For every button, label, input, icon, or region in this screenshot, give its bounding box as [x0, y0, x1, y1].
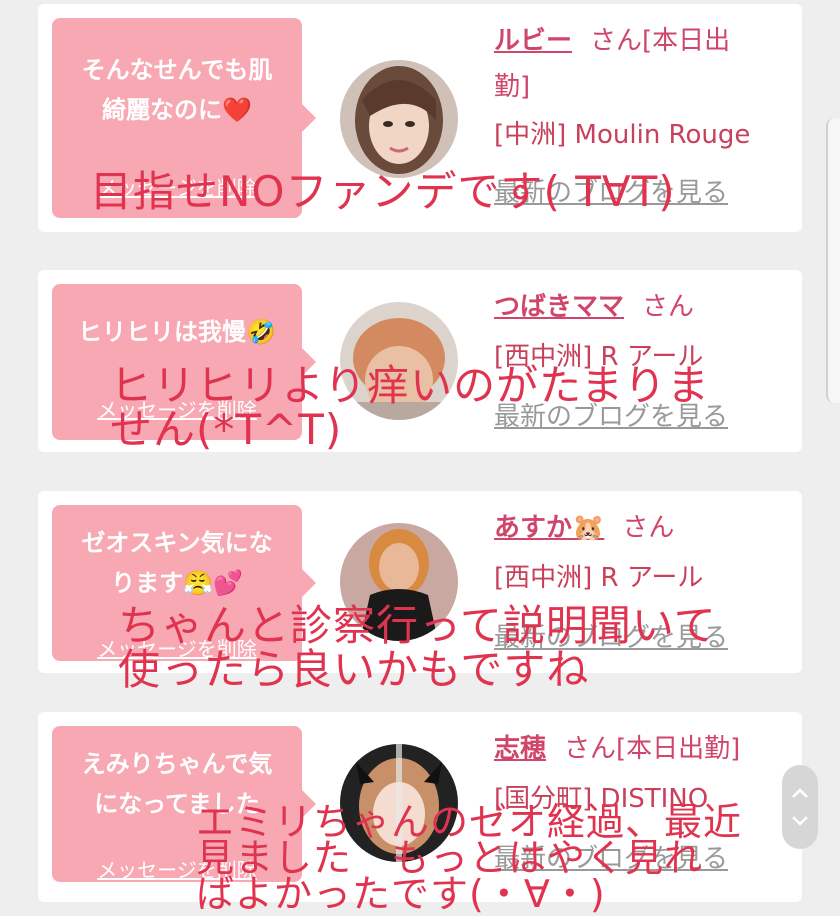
scroll-control[interactable]	[782, 765, 818, 849]
chevron-up-icon[interactable]	[791, 787, 809, 799]
message-line-1: えみりちゃんで気	[81, 750, 273, 778]
avatar[interactable]	[340, 523, 458, 641]
delete-message-link[interactable]: メッセージを削除	[52, 168, 302, 208]
message-bubble: えみりちゃんで気 になってました メッセージを削除	[52, 726, 316, 882]
message-line-2: 綺麗なのに❤️	[102, 96, 252, 124]
cast-name-link[interactable]: あすか🐹	[494, 513, 604, 543]
honorific: さん[本日出	[590, 26, 731, 56]
shop-name: [西中洲] R アール	[494, 342, 704, 372]
message-line-2: になってました	[94, 790, 260, 818]
honorific: さん	[642, 292, 695, 322]
cast-info: ルビー さん[本日出 勤] [中洲] Moulin Rouge 最新のブログを見る	[494, 18, 784, 216]
cast-name-link[interactable]: つばきママ	[494, 292, 624, 322]
honorific-cont: 勤]	[494, 72, 531, 102]
cast-info: 志穂 さん[本日出勤] [国分町] DISTINO 最新のブログを見る	[494, 726, 784, 882]
message-card-4: えみりちゃんで気 になってました メッセージを削除 志穂 さん[本日出勤] [国分…	[38, 712, 802, 902]
latest-blog-link[interactable]: 最新のブログを見る	[494, 170, 784, 216]
scrollbar[interactable]	[826, 118, 840, 403]
delete-message-link[interactable]: メッセージを削除	[52, 629, 302, 669]
shop-name: [中洲] Moulin Rouge	[494, 120, 751, 150]
message-line-1: そんなせんでも肌	[81, 56, 273, 84]
honorific: さん[本日出勤]	[564, 734, 741, 764]
cast-name-link[interactable]: ルビー	[494, 26, 572, 56]
message-line-1: ゼオスキン気にな	[81, 529, 273, 557]
cast-name-link[interactable]: 志穂	[494, 734, 546, 764]
message-bubble: ゼオスキン気にな ります😤💕 メッセージを削除	[52, 505, 316, 661]
latest-blog-link[interactable]: 最新のブログを見る	[494, 615, 784, 661]
message-card-3: ゼオスキン気にな ります😤💕 メッセージを削除 あすか🐹 さん [西中洲] R ア…	[38, 491, 802, 673]
delete-message-link[interactable]: メッセージを削除	[52, 850, 302, 890]
avatar[interactable]	[340, 744, 458, 862]
avatar[interactable]	[340, 302, 458, 420]
cast-info: つばきママ さん [西中洲] R アール 最新のブログを見る	[494, 284, 784, 440]
delete-message-link[interactable]: メッセージを削除	[52, 390, 302, 430]
message-line-2: ります😤💕	[111, 569, 243, 597]
shop-name: [国分町] DISTINO	[494, 784, 709, 814]
latest-blog-link[interactable]: 最新のブログを見る	[494, 836, 784, 882]
shop-name: [西中洲] R アール	[494, 563, 704, 593]
honorific: さん	[622, 513, 675, 543]
cast-info: あすか🐹 さん [西中洲] R アール 最新のブログを見る	[494, 505, 784, 661]
message-bubble: そんなせんでも肌 綺麗なのに❤️ メッセージを削除	[52, 18, 316, 218]
chevron-down-icon[interactable]	[791, 815, 809, 827]
message-line-1: ヒリヒリは我慢🤣	[78, 318, 276, 346]
message-card-1: そんなせんでも肌 綺麗なのに❤️ メッセージを削除 ルビー さん[本日出 勤] […	[38, 4, 802, 232]
latest-blog-link[interactable]: 最新のブログを見る	[494, 394, 784, 440]
avatar[interactable]	[340, 60, 458, 178]
message-card-2: ヒリヒリは我慢🤣 メッセージを削除 つばきママ さん [西中洲] R アール 最新…	[38, 270, 802, 452]
message-bubble: ヒリヒリは我慢🤣 メッセージを削除	[52, 284, 316, 440]
